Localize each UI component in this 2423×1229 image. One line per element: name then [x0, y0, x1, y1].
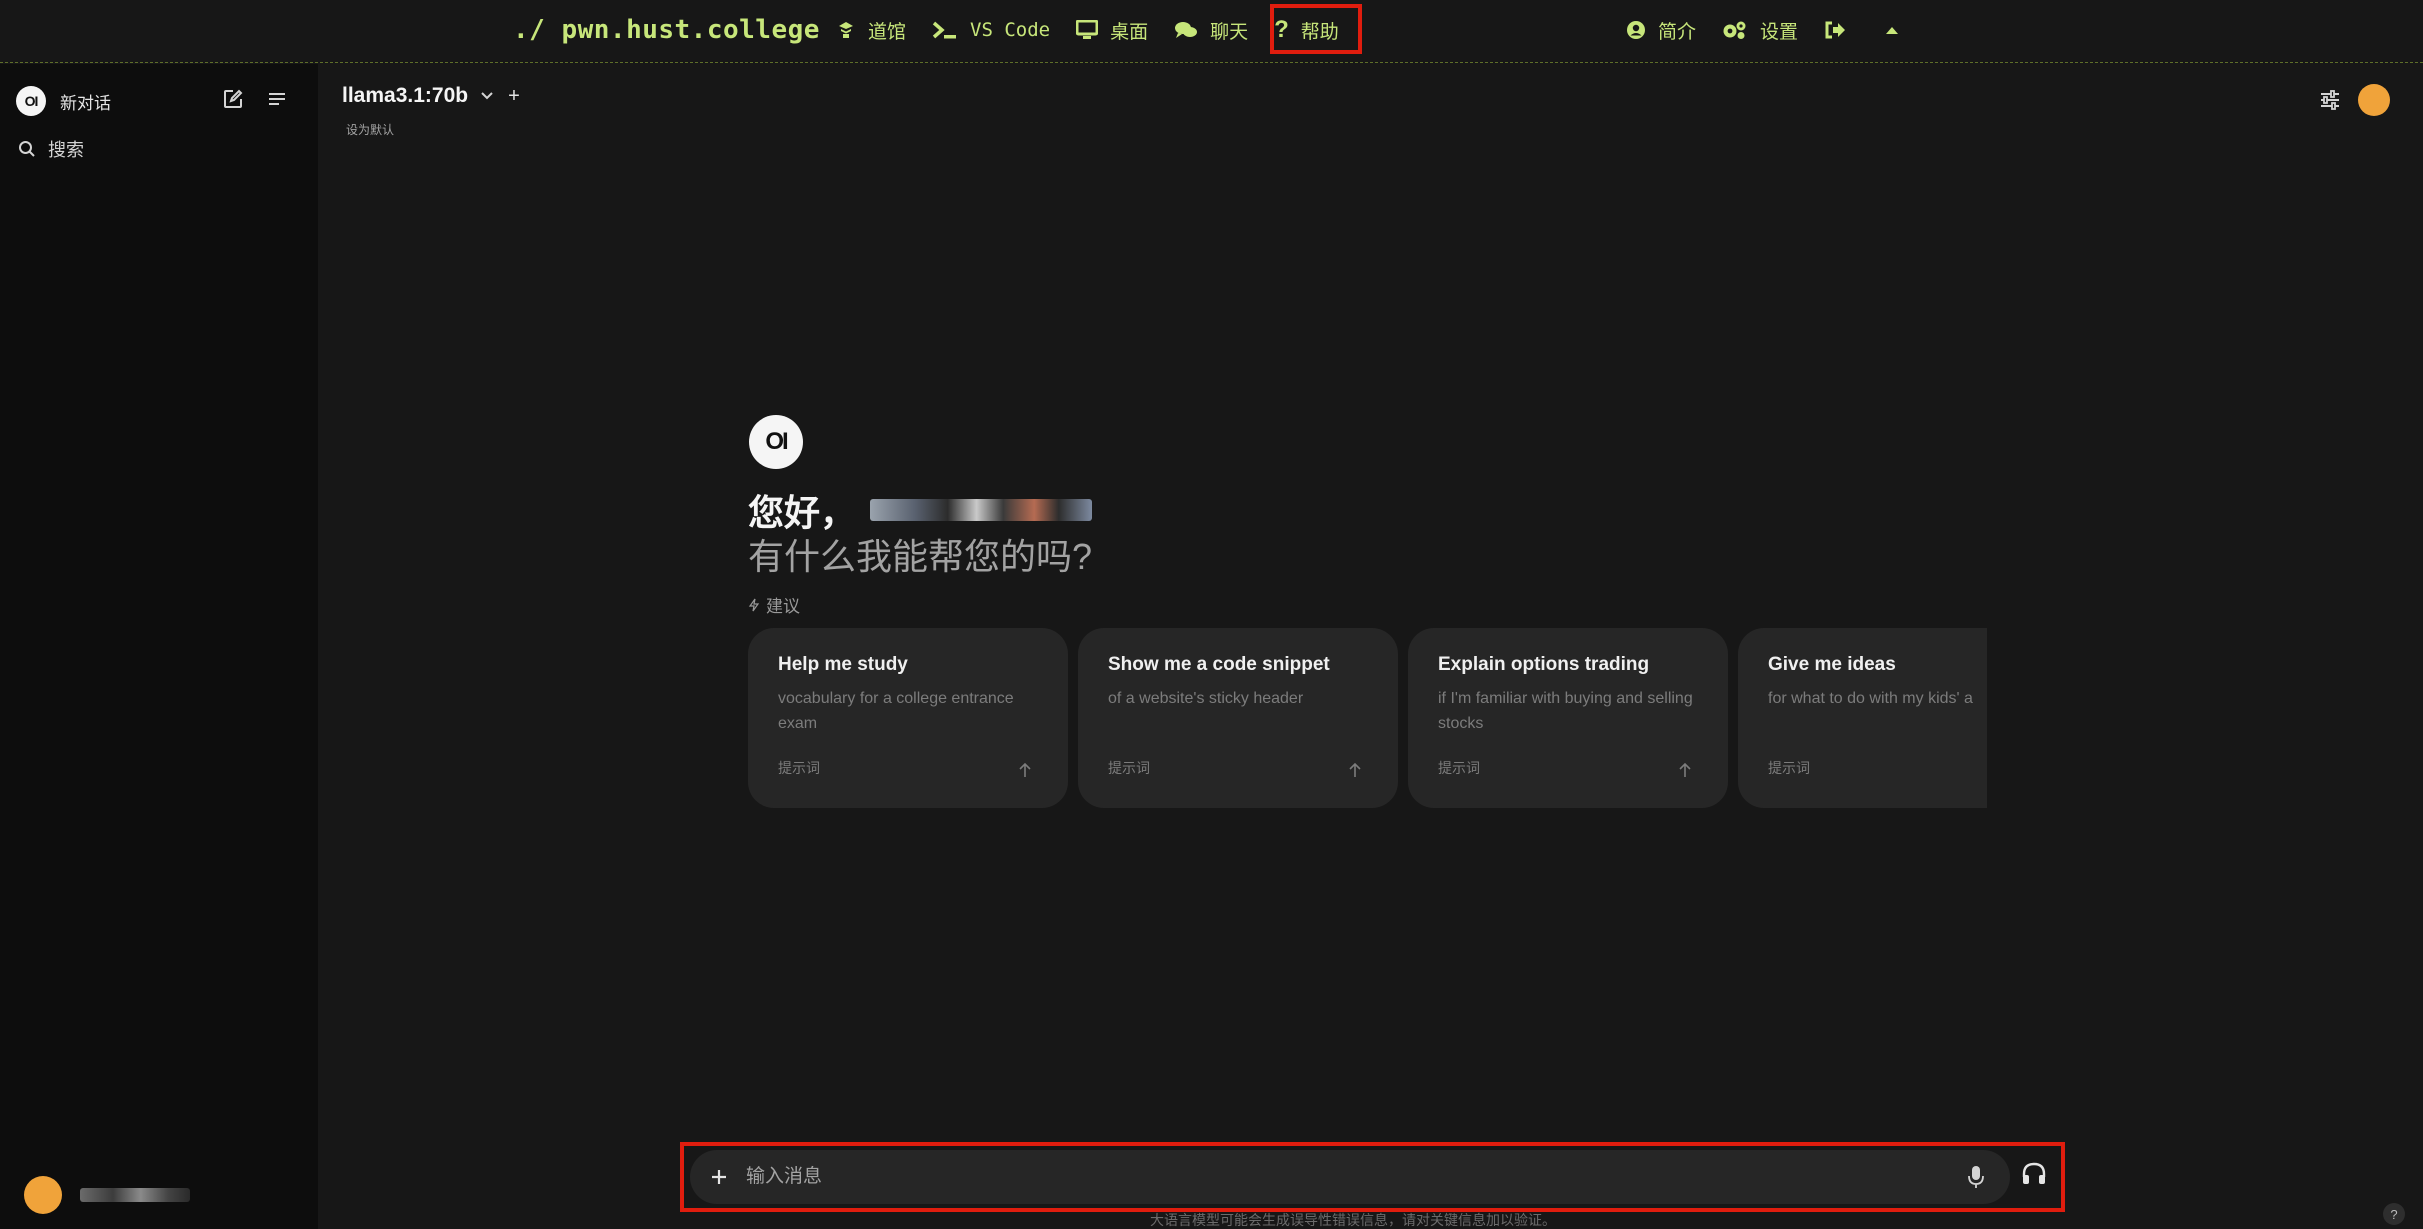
card-foot: 提示词	[778, 760, 820, 776]
input-highlight-box	[680, 1142, 2065, 1212]
new-chat-label: 新对话	[60, 93, 111, 113]
user-avatar	[24, 1176, 62, 1214]
logout-icon	[1825, 21, 1846, 39]
nav-dojo-label: 道馆	[868, 21, 907, 43]
suggestions-label-text: 建议	[766, 597, 800, 616]
arrow-up-icon	[1019, 762, 1031, 777]
card-foot: 提示词	[1768, 760, 1810, 776]
message-input[interactable]	[746, 1157, 1968, 1197]
terminal-icon	[932, 21, 957, 39]
suggestions-label: 建议	[748, 592, 800, 617]
user-circle-icon	[1627, 21, 1645, 39]
add-model-icon[interactable]: +	[508, 85, 520, 108]
search-icon	[19, 141, 35, 157]
nav-desktop[interactable]: 桌面	[1076, 10, 1148, 50]
suggestion-card[interactable]: Show me a code snippet of a website's st…	[1078, 628, 1398, 808]
nav-profile[interactable]: 简介	[1626, 10, 1696, 50]
edit-icon[interactable]	[222, 88, 244, 115]
card-foot: 提示词	[1438, 760, 1480, 776]
nav-settings-label: 设置	[1760, 21, 1799, 43]
message-composer	[690, 1150, 2010, 1204]
headphones-icon[interactable]	[2021, 1161, 2047, 1187]
model-selector[interactable]: llama3.1:70b +	[342, 84, 520, 108]
nav-settings[interactable]: 设置	[1722, 10, 1798, 50]
nav-collapse[interactable]	[1884, 10, 1912, 50]
help-bubble[interactable]: ?	[2383, 1203, 2405, 1225]
hero-logo: OI	[749, 415, 803, 469]
nav-profile-label: 简介	[1658, 21, 1697, 43]
card-desc: vocabulary for a college entrance exam	[778, 690, 1014, 732]
card-title: Explain options trading	[1438, 654, 1650, 675]
search-label: 搜索	[48, 140, 84, 160]
nav-chat[interactable]: 聊天	[1174, 10, 1248, 50]
plus-icon[interactable]	[710, 1168, 728, 1186]
dojo-icon	[839, 22, 853, 38]
suggestion-cards: Help me study vocabulary for a college e…	[748, 628, 1987, 808]
arrow-up-icon	[1349, 762, 1361, 777]
card-desc: for what to do with my kids' a	[1768, 690, 1973, 707]
user-name-redacted	[80, 1188, 190, 1202]
bolt-icon	[748, 598, 760, 611]
greeting-name-redacted	[870, 499, 1093, 521]
suggestion-card[interactable]: Help me study vocabulary for a college e…	[748, 628, 1068, 808]
nav-right: 简介 设置	[1626, 10, 1938, 50]
search-button[interactable]: 搜索	[18, 136, 84, 162]
nav-desktop-label: 桌面	[1110, 21, 1149, 43]
subgreeting: 有什么我能帮您的吗?	[748, 536, 1093, 577]
user-menu[interactable]	[24, 1176, 190, 1214]
arrow-up-icon	[1679, 762, 1691, 777]
top-navbar: ./ pwn.hust.college 道馆 VS Code 桌面 聊天 ? 帮…	[0, 0, 2423, 63]
help-highlight-box	[1270, 4, 1362, 54]
desktop-icon	[1076, 20, 1099, 39]
card-title: Show me a code snippet	[1108, 654, 1330, 675]
chat-icon	[1175, 22, 1198, 38]
microphone-icon[interactable]	[1968, 1165, 1984, 1189]
menu-icon[interactable]	[266, 88, 288, 115]
model-name: llama3.1:70b	[342, 84, 469, 107]
chat-main: llama3.1:70b + 设为默认 OI 您好， 有什么我能帮您的吗? 建议…	[318, 64, 2423, 1229]
card-title: Help me study	[778, 654, 908, 675]
openwebui-logo: OI	[16, 86, 46, 116]
set-default-link[interactable]: 设为默认	[346, 121, 394, 138]
nav-vscode[interactable]: VS Code	[932, 10, 1050, 50]
suggestion-card[interactable]: Explain options trading if I'm familiar …	[1408, 628, 1728, 808]
sidebar: OI 新对话 搜索	[0, 64, 318, 1229]
nav-chat-label: 聊天	[1210, 21, 1249, 43]
card-desc: if I'm familiar with buying and selling …	[1438, 690, 1693, 732]
sidebar-actions	[222, 88, 310, 115]
brand-link[interactable]: ./ pwn.hust.college	[513, 10, 820, 50]
card-title: Give me ideas	[1768, 654, 1896, 675]
chevron-down-icon[interactable]	[480, 91, 494, 101]
gears-icon	[1723, 21, 1746, 39]
controls-icon[interactable]	[2318, 88, 2342, 112]
nav-dojo[interactable]: 道馆	[836, 10, 906, 50]
card-foot: 提示词	[1108, 760, 1150, 776]
nav-vscode-label: VS Code	[970, 19, 1051, 41]
nav-logout[interactable]	[1824, 10, 1858, 50]
card-desc: of a website's sticky header	[1108, 690, 1304, 707]
caret-up-icon	[1886, 27, 1899, 34]
disclaimer: 大语言模型可能会生成误导性错误信息，请对关键信息加以验证。	[1150, 1212, 1556, 1228]
suggestion-card[interactable]: Give me ideas for what to do with my kid…	[1738, 628, 1987, 808]
new-chat-button[interactable]: OI 新对话	[16, 86, 111, 116]
profile-avatar[interactable]	[2358, 84, 2390, 116]
